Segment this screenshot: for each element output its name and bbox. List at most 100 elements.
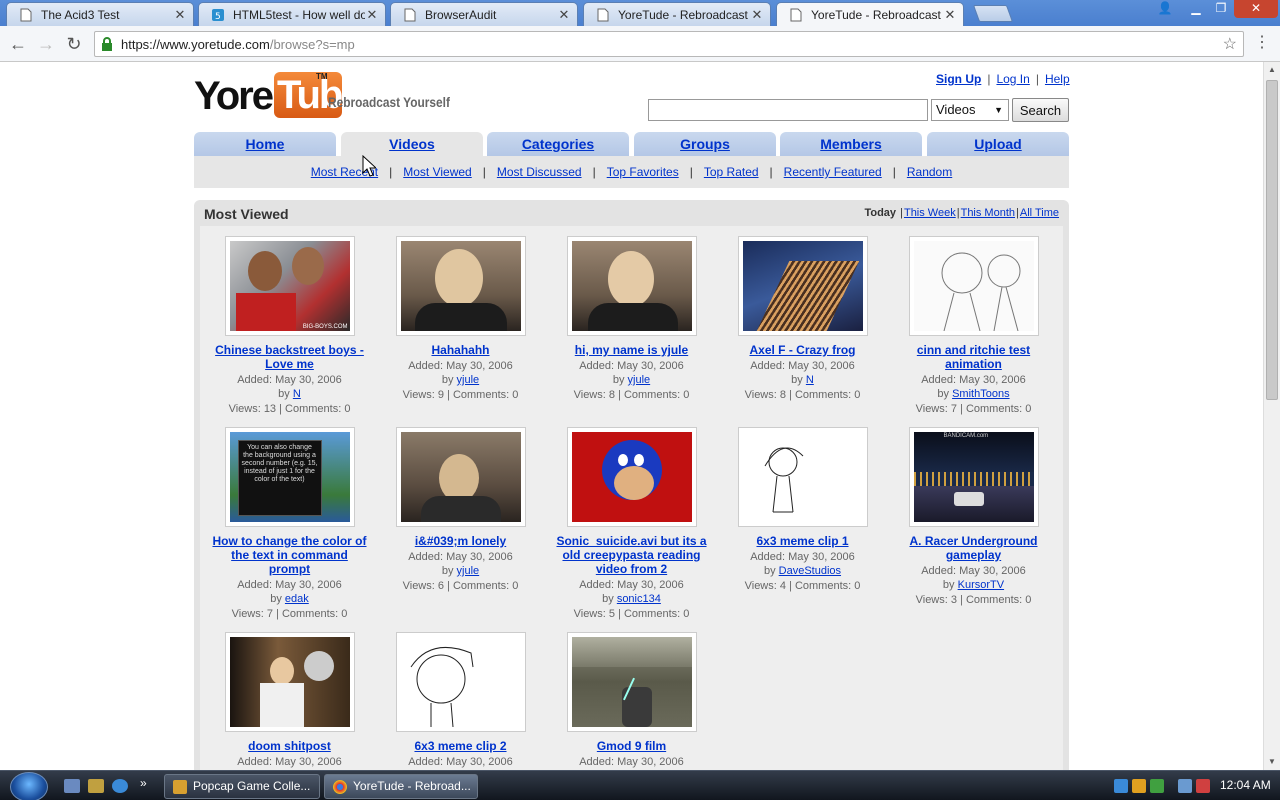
subnav-most-discussed[interactable]: Most Discussed bbox=[497, 165, 582, 179]
close-tab-icon[interactable]: ✕ bbox=[943, 7, 957, 23]
internet-explorer-icon[interactable] bbox=[112, 779, 128, 793]
reload-icon[interactable]: ↻ bbox=[62, 32, 86, 56]
video-thumbnail[interactable] bbox=[395, 632, 526, 732]
uploader-link[interactable]: KursorTV bbox=[958, 579, 1004, 591]
video-title[interactable]: Gmod 9 film bbox=[546, 739, 717, 753]
video-title[interactable]: 6x3 meme clip 2 bbox=[375, 739, 546, 753]
nav-tab-groups[interactable]: Groups bbox=[634, 132, 776, 156]
range-all-time[interactable]: All Time bbox=[1020, 207, 1059, 219]
video-thumbnail[interactable] bbox=[737, 236, 868, 336]
video-thumbnail[interactable] bbox=[566, 632, 697, 732]
page-scrollbar[interactable]: ▲ ▼ bbox=[1263, 62, 1280, 770]
uploader-link[interactable]: N bbox=[293, 388, 301, 400]
sign-up-link[interactable]: Sign Up bbox=[936, 72, 981, 86]
new-tab-button[interactable] bbox=[972, 5, 1014, 22]
nav-tab-label[interactable]: Members bbox=[820, 136, 881, 152]
start-button[interactable] bbox=[10, 772, 48, 800]
nav-tab-upload[interactable]: Upload bbox=[927, 132, 1069, 156]
browser-tab-acid3[interactable]: The Acid3 Test ✕ bbox=[6, 2, 194, 26]
help-link[interactable]: Help bbox=[1045, 72, 1070, 86]
address-bar[interactable]: https://www.yoretude.com/browse?s=mp ☆ bbox=[94, 31, 1244, 57]
nav-tab-label[interactable]: Home bbox=[246, 136, 285, 152]
video-thumbnail[interactable] bbox=[566, 236, 697, 336]
search-category-select[interactable]: Videos ▼ bbox=[931, 99, 1009, 121]
show-desktop-icon[interactable] bbox=[64, 779, 80, 793]
maximize-icon[interactable]: ❐ bbox=[1208, 0, 1234, 18]
video-title[interactable]: Chinese backstreet boys - Love me bbox=[204, 343, 375, 371]
nav-tab-members[interactable]: Members bbox=[780, 132, 922, 156]
uploader-link[interactable]: sonic134 bbox=[617, 593, 661, 605]
tray-volume-muted-icon[interactable] bbox=[1196, 779, 1210, 793]
video-title[interactable]: hi, my name is yjule bbox=[546, 343, 717, 357]
video-title[interactable]: Hahahahh bbox=[375, 343, 546, 357]
range-this-month[interactable]: This Month bbox=[961, 207, 1015, 219]
video-thumbnail[interactable] bbox=[395, 236, 526, 336]
subnav-top-rated[interactable]: Top Rated bbox=[704, 165, 759, 179]
uploader-link[interactable]: N bbox=[806, 374, 814, 386]
uploader-link[interactable]: yjule bbox=[457, 374, 480, 386]
uploader-link[interactable]: DaveStudios bbox=[779, 565, 841, 577]
subnav-most-viewed[interactable]: Most Viewed bbox=[403, 165, 471, 179]
search-input[interactable] bbox=[648, 99, 928, 121]
tray-monitor-icon[interactable] bbox=[1178, 779, 1192, 793]
uploader-link[interactable]: yjule bbox=[457, 565, 480, 577]
nav-tab-label[interactable]: Categories bbox=[522, 136, 594, 152]
close-tab-icon[interactable]: ✕ bbox=[750, 7, 764, 23]
window-close-icon[interactable]: ✕ bbox=[1234, 0, 1278, 18]
user-profile-icon[interactable]: 👤 bbox=[1152, 0, 1178, 18]
scroll-down-arrow-icon[interactable]: ▼ bbox=[1264, 754, 1280, 770]
browser-menu-icon[interactable]: ⋮ bbox=[1254, 32, 1270, 52]
uploader-link[interactable]: yjule bbox=[628, 374, 651, 386]
folder-icon[interactable] bbox=[88, 779, 104, 793]
nav-tab-categories[interactable]: Categories bbox=[487, 132, 629, 156]
video-title[interactable]: How to change the color of the text in c… bbox=[204, 534, 375, 576]
video-thumbnail[interactable] bbox=[908, 236, 1039, 336]
log-in-link[interactable]: Log In bbox=[996, 72, 1029, 86]
browser-tab-yoretude-active[interactable]: YoreTude - Rebroadcast ✕ bbox=[776, 2, 964, 27]
video-thumbnail[interactable]: BIG-BOYS.COM bbox=[224, 236, 355, 336]
video-title[interactable]: cinn and ritchie test animation bbox=[888, 343, 1059, 371]
tray-update-icon[interactable] bbox=[1150, 779, 1164, 793]
uploader-link[interactable]: edak bbox=[285, 593, 309, 605]
video-thumbnail[interactable] bbox=[737, 427, 868, 527]
scroll-up-arrow-icon[interactable]: ▲ bbox=[1264, 62, 1280, 78]
video-thumbnail[interactable] bbox=[224, 632, 355, 732]
taskbar-clock[interactable]: 12:04 AM bbox=[1220, 778, 1271, 792]
video-title[interactable]: Axel F - Crazy frog bbox=[717, 343, 888, 357]
search-button[interactable]: Search bbox=[1012, 98, 1069, 122]
video-title[interactable]: A. Racer Underground gameplay bbox=[888, 534, 1059, 562]
video-title[interactable]: i&#039;m lonely bbox=[375, 534, 546, 548]
close-tab-icon[interactable]: ✕ bbox=[557, 7, 571, 23]
video-title[interactable]: Sonic_suicide.avi but its a old creepypa… bbox=[546, 534, 717, 576]
taskbar-button-popcap[interactable]: Popcap Game Colle... bbox=[164, 774, 320, 799]
quick-launch-more-icon[interactable]: » bbox=[140, 776, 152, 790]
subnav-random[interactable]: Random bbox=[907, 165, 952, 179]
minimize-icon[interactable]: ▁ bbox=[1183, 0, 1209, 18]
nav-tab-label[interactable]: Videos bbox=[389, 136, 435, 152]
nav-tab-label[interactable]: Groups bbox=[680, 136, 730, 152]
forward-arrow-icon[interactable]: → bbox=[34, 32, 58, 56]
video-thumbnail[interactable]: You can also change the background using… bbox=[224, 427, 355, 527]
browser-tab-html5test[interactable]: 5 HTML5test - How well do ✕ bbox=[198, 2, 386, 26]
video-thumbnail[interactable] bbox=[566, 427, 697, 527]
video-title[interactable]: 6x3 meme clip 1 bbox=[717, 534, 888, 548]
video-thumbnail[interactable] bbox=[395, 427, 526, 527]
bookmark-star-icon[interactable]: ☆ bbox=[1223, 34, 1237, 54]
close-tab-icon[interactable]: ✕ bbox=[365, 7, 379, 23]
scrollbar-thumb[interactable] bbox=[1266, 80, 1278, 400]
tray-shield-icon[interactable] bbox=[1132, 779, 1146, 793]
browser-tab-yoretude-1[interactable]: YoreTude - Rebroadcast ✕ bbox=[583, 2, 771, 26]
browser-tab-browseraudit[interactable]: BrowserAudit ✕ bbox=[390, 2, 578, 26]
tray-network-icon[interactable] bbox=[1114, 779, 1128, 793]
range-this-week[interactable]: This Week bbox=[904, 207, 956, 219]
uploader-link[interactable]: SmithToons bbox=[952, 388, 1009, 400]
video-title[interactable]: doom shitpost bbox=[204, 739, 375, 753]
video-thumbnail[interactable]: BANDICAM.com bbox=[908, 427, 1039, 527]
subnav-recently-featured[interactable]: Recently Featured bbox=[784, 165, 882, 179]
subnav-top-favorites[interactable]: Top Favorites bbox=[607, 165, 679, 179]
back-arrow-icon[interactable]: ← bbox=[6, 32, 30, 56]
nav-tab-home[interactable]: Home bbox=[194, 132, 336, 156]
close-tab-icon[interactable]: ✕ bbox=[173, 7, 187, 23]
nav-tab-label[interactable]: Upload bbox=[974, 136, 1021, 152]
taskbar-button-browser[interactable]: YoreTude - Rebroad... bbox=[324, 774, 478, 799]
